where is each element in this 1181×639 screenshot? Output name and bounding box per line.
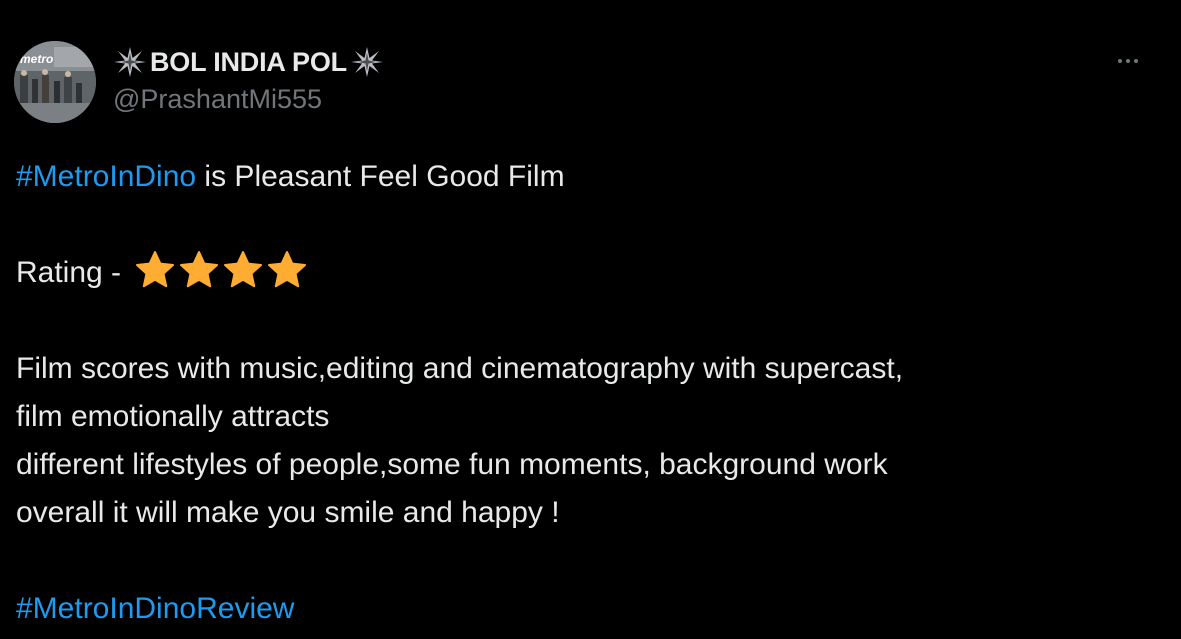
star-icon <box>136 251 175 288</box>
display-name[interactable]: BOL INDIA POL <box>149 47 348 78</box>
tweet-line: overall it will make you smile and happy… <box>16 496 560 529</box>
star-icon <box>180 251 219 288</box>
star-icon <box>224 251 263 288</box>
more-dots-icon <box>1118 59 1122 63</box>
star-icon <box>268 251 307 288</box>
rating-stars <box>135 249 311 297</box>
more-dots-icon <box>1126 59 1130 63</box>
tweet-line: film emotionally attracts <box>16 400 330 433</box>
tweet-line-text: is Pleasant Feel Good Film <box>196 160 565 193</box>
hashtag-link[interactable]: #MetroInDino <box>16 160 196 193</box>
tweet-line: #MetroInDinoReview <box>16 585 1156 633</box>
author-name-row[interactable]: BOL INDIA POL <box>113 44 384 80</box>
author-handle[interactable]: @PrashantMi555 <box>113 84 322 115</box>
sparkle-icon <box>114 47 146 77</box>
rating-line: Rating - <box>16 249 1156 297</box>
tweet-line: #MetroInDino is Pleasant Feel Good Film <box>16 153 1156 201</box>
tweet-line: different lifestyles of people,some fun … <box>16 448 888 481</box>
svg-text:metro: metro <box>20 52 53 66</box>
avatar[interactable]: metro <box>14 41 96 123</box>
tweet-line: Film scores with music,editing and cinem… <box>16 352 904 385</box>
sparkle-icon <box>350 47 383 77</box>
hashtag-link[interactable]: #MetroInDinoReview <box>16 592 294 625</box>
tweet-text: #MetroInDino is Pleasant Feel Good Film … <box>16 153 1156 633</box>
more-dots-icon <box>1134 59 1138 63</box>
tweet: metro BOL INDIA POL @PrashantMi555 #Metr… <box>0 0 1181 639</box>
rating-label: Rating - <box>16 256 130 289</box>
avatar-image: metro <box>14 41 96 123</box>
more-options-button[interactable] <box>1108 44 1148 78</box>
